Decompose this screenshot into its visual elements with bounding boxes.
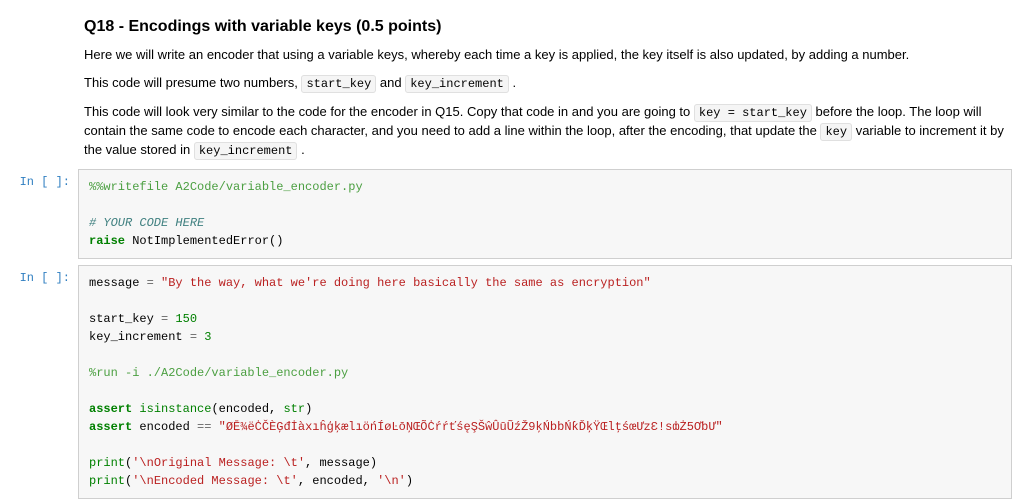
code-key-assign: key = start_key — [694, 104, 812, 122]
kw-assert1: assert — [89, 402, 132, 416]
num-150: 150 — [175, 312, 197, 326]
code-start-key: start_key — [301, 75, 376, 93]
code-key-increment-2: key_increment — [194, 142, 298, 160]
op-eq3: = — [190, 330, 197, 344]
str-orig: '\nOriginal Message: \t' — [132, 456, 305, 470]
code-cell-2: In [ ]: message = "By the way, what we'r… — [0, 265, 1024, 499]
builtin-isinstance: isinstance — [139, 402, 211, 416]
intro-paragraph: Here we will write an encoder that using… — [84, 46, 1004, 64]
print1-rest: , message) — [305, 456, 377, 470]
presume-paragraph: This code will presume two numbers, star… — [84, 74, 1004, 93]
p2-part1: This code will presume two numbers, — [84, 75, 301, 90]
question-text-section: Q18 - Encodings with variable keys (0.5 … — [84, 18, 1024, 159]
p3-part1: This code will look very similar to the … — [84, 104, 694, 119]
magic-writefile: %%writefile A2Code/variable_encoder.py — [89, 180, 363, 194]
builtin-str: str — [283, 402, 305, 416]
op-eq2: = — [161, 312, 168, 326]
magic-run: %run -i ./A2Code/variable_encoder.py — [89, 366, 348, 380]
question-heading: Q18 - Encodings with variable keys (0.5 … — [84, 18, 1004, 36]
p3-dot: . — [301, 142, 305, 157]
kw-raise: raise — [89, 234, 125, 248]
op-eq: = — [147, 276, 154, 290]
builtin-print1: print — [89, 456, 125, 470]
builtin-print2: print — [89, 474, 125, 488]
id-keyinc: key_increment — [89, 330, 183, 344]
num-3: 3 — [204, 330, 211, 344]
p2-dot: . — [512, 75, 516, 90]
str-enc: '\nEncoded Message: \t' — [132, 474, 298, 488]
code-key: key — [820, 123, 852, 141]
print2-mid: , encoded, — [298, 474, 377, 488]
code-cell-1: In [ ]: %%writefile A2Code/variable_enco… — [0, 169, 1024, 259]
str-message: "By the way, what we're doing here basic… — [161, 276, 651, 290]
str-nl: '\n' — [377, 474, 406, 488]
call-isinstance: (encoded, — [211, 402, 283, 416]
document-root: Q18 - Encodings with variable keys (0.5 … — [0, 18, 1024, 499]
instructions-paragraph: This code will look very similar to the … — [84, 103, 1004, 159]
id-startkey: start_key — [89, 312, 154, 326]
kw-assert2: assert — [89, 420, 132, 434]
str-expected: "ØĒ¾ëĊČÈĢđİàxıĥģķælıöńÍøĿōŅŒÕĊŕŕťśęŞŠŵÛū… — [219, 420, 723, 434]
id-encoded: encoded — [139, 420, 189, 434]
paren-close: ) — [305, 402, 312, 416]
op-eqeq: == — [197, 420, 211, 434]
code-input-1[interactable]: %%writefile A2Code/variable_encoder.py #… — [78, 169, 1012, 259]
code-input-2[interactable]: message = "By the way, what we're doing … — [78, 265, 1012, 499]
id-notimpl: NotImplementedError() — [132, 234, 283, 248]
code-key-increment: key_increment — [405, 75, 509, 93]
print2-close: ) — [406, 474, 413, 488]
id-message: message — [89, 276, 139, 290]
comment-your-code: # YOUR CODE HERE — [89, 216, 204, 230]
prompt-1: In [ ]: — [0, 169, 78, 259]
prompt-2: In [ ]: — [0, 265, 78, 499]
p2-and: and — [380, 75, 405, 90]
